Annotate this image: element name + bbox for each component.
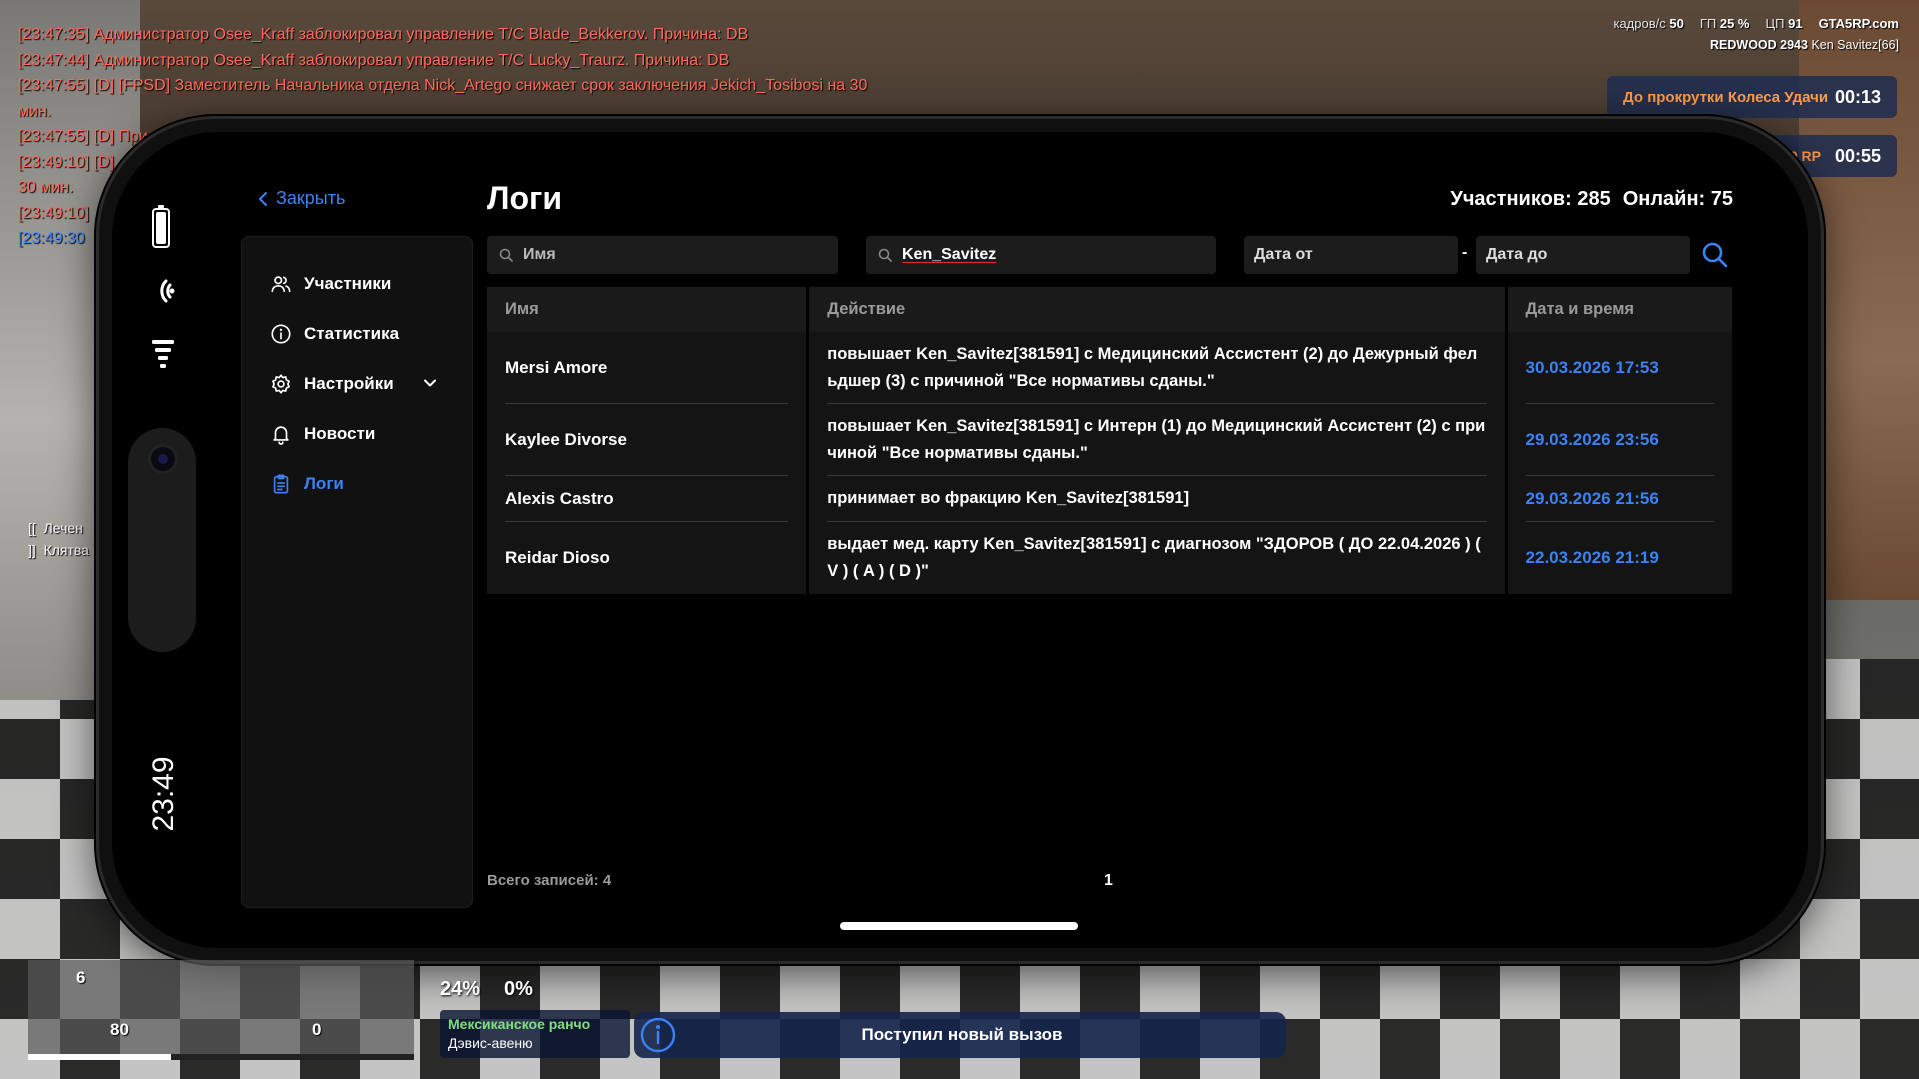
notification-text: Поступил новый вызов xyxy=(861,1025,1063,1044)
page-title: Логи xyxy=(487,180,562,216)
hunger-value: 24% xyxy=(440,978,481,1000)
table-row[interactable]: Kaylee Divorse повышает Ken_Savitez[3815… xyxy=(487,404,1732,476)
wheel-label: До прокрутки Колеса Удачи xyxy=(1623,88,1829,106)
camera-lens xyxy=(148,444,178,474)
wifi-icon xyxy=(160,279,175,303)
row-datetime: 29.03.2026 21:56 xyxy=(1525,488,1659,508)
performance-stats: кадров/с 50 ГП 25 % ЦП 91 GTA5RP.com xyxy=(1613,16,1899,31)
members-count: Участников: 285 xyxy=(1450,188,1611,210)
date-from-field[interactable]: Дата от xyxy=(1244,236,1458,274)
row-action: выдает мед. карту Ken_Savitez[381591] с … xyxy=(827,535,1481,580)
table-header: Имя Действие Дата и время xyxy=(487,287,1732,332)
minimap xyxy=(28,960,414,1060)
sidebar-item-settings[interactable]: Настройки xyxy=(242,359,472,409)
row-datetime: 22.03.2026 21:19 xyxy=(1525,548,1659,567)
table-row[interactable]: Alexis Castro принимает во фракцию Ken_S… xyxy=(487,476,1732,522)
sidebar-item-label: Логи xyxy=(304,474,344,493)
action-search-value: Ken_Savitez xyxy=(902,246,997,263)
search-icon xyxy=(878,248,892,262)
wheel-of-fortune-timer: До прокрутки Колеса Удачи 00:13 xyxy=(1607,76,1897,118)
health-bar xyxy=(28,1054,414,1060)
sidebar: Участники Статистика Настройки Новости Л… xyxy=(241,236,473,908)
close-label: Закрыть xyxy=(276,188,346,208)
bell-icon xyxy=(273,426,289,445)
column-header-name[interactable]: Имя xyxy=(487,287,807,332)
row-name: Reidar Dioso xyxy=(505,548,610,567)
sidebar-item-news[interactable]: Новости xyxy=(242,409,472,459)
table-row[interactable]: Mersi Amore повышает Ken_Savitez[381591]… xyxy=(487,332,1732,404)
search-icon xyxy=(499,248,513,262)
location-box: Мексиканское ранчо Дэвис-авеню xyxy=(440,1010,630,1058)
home-indicator[interactable] xyxy=(840,922,1078,930)
date-from-placeholder: Дата от xyxy=(1254,246,1313,263)
cpu-value: 91 xyxy=(1788,16,1803,31)
phone-clock: 23:49 xyxy=(147,756,180,832)
chat-line: [23:47:44] Администратор Osee_Kraff забл… xyxy=(18,51,730,69)
sidebar-item-label: Участники xyxy=(304,274,392,293)
brand-logo: GTA5RP.com xyxy=(1818,16,1899,31)
sidebar-item-label: Новости xyxy=(304,424,376,443)
server-info: REDWOOD 2943 Ken Savitez[66] xyxy=(1710,38,1899,52)
row-action: повышает Ken_Savitez[381591] с Интерн (1… xyxy=(827,416,1486,462)
cpu-label: ЦП xyxy=(1765,16,1785,31)
chevron-left-icon xyxy=(259,191,267,206)
gpu-value: 25 % xyxy=(1719,16,1750,31)
fps-label: кадров/с xyxy=(1613,16,1666,31)
row-action: повышает Ken_Savitez[381591] с Медицинск… xyxy=(827,344,1478,390)
date-to-field[interactable]: Дата до xyxy=(1476,236,1690,274)
action-search-input[interactable]: Ken_Savitez xyxy=(866,236,1216,274)
gpu-label: ГП xyxy=(1699,16,1717,31)
pagination-page-1[interactable]: 1 xyxy=(1104,872,1113,890)
gear-icon xyxy=(272,374,290,394)
wheel-timer: 00:13 xyxy=(1834,86,1881,107)
row-name: Alexis Castro xyxy=(505,488,614,508)
row-action: принимает во фракцию Ken_Savitez[381591] xyxy=(827,489,1190,507)
minimap-value-mid: 6 xyxy=(76,968,86,987)
sidebar-item-members[interactable]: Участники xyxy=(242,259,472,309)
logs-table: Имя Действие Дата и время Mersi Amore по… xyxy=(487,287,1732,594)
info-icon xyxy=(271,324,291,344)
sidebar-item-label: Настройки xyxy=(304,374,394,393)
users-icon xyxy=(271,276,291,293)
minimap-value-right: 0 xyxy=(312,1020,322,1039)
street-name: Дэвис-авеню xyxy=(448,1035,533,1051)
server-name: REDWOOD 2943 xyxy=(1710,38,1808,52)
left-hint: ]] Клятва xyxy=(28,542,89,558)
table-row[interactable]: Reidar Dioso выдает мед. карту Ken_Savit… xyxy=(487,522,1732,594)
chat-line: [23:47:35] Администратор Osee_Kraff забл… xyxy=(18,26,749,43)
total-records: Всего записей: 4 xyxy=(487,872,612,889)
chat-line: [23:47:55] [D] [FPSD] Заместитель Началь… xyxy=(18,77,868,94)
date-range-separator: - xyxy=(1462,244,1468,261)
zone-name: Мексиканское ранчо xyxy=(448,1016,591,1032)
sidebar-item-label: Статистика xyxy=(304,324,400,343)
name-search-input[interactable]: Имя xyxy=(487,236,838,274)
clipboard-icon xyxy=(273,474,289,494)
close-button[interactable]: Закрыть xyxy=(258,188,345,209)
fps-value: 50 xyxy=(1669,16,1684,31)
row-datetime: 30.03.2026 17:53 xyxy=(1525,357,1659,377)
battery-icon xyxy=(152,205,170,248)
name-search-placeholder: Имя xyxy=(523,246,556,263)
rp-timer: 00:55 xyxy=(1834,145,1881,166)
row-datetime: 29.03.2026 23:56 xyxy=(1525,429,1659,449)
column-header-action[interactable]: Действие xyxy=(809,287,1505,332)
player-name: Ken Savitez[66] xyxy=(1811,38,1899,52)
row-name: Kaylee Divorse xyxy=(505,429,627,449)
info-circle-icon xyxy=(640,1017,676,1053)
left-hint: [[ Лечен xyxy=(28,520,83,536)
sidebar-item-statistics[interactable]: Статистика xyxy=(242,309,472,359)
signal-icon xyxy=(152,340,174,368)
chevron-down-icon xyxy=(424,379,436,387)
column-header-datetime[interactable]: Дата и время xyxy=(1507,287,1732,332)
minimap-value-left: 80 xyxy=(110,1020,129,1039)
thirst-value: 0% xyxy=(504,978,533,1000)
member-counts: Участников: 285 Онлайн: 75 xyxy=(1450,188,1733,211)
date-to-placeholder: Дата до xyxy=(1486,246,1548,263)
row-name: Mersi Amore xyxy=(505,357,608,377)
online-count: Онлайн: 75 xyxy=(1622,188,1733,210)
search-submit-icon[interactable] xyxy=(1700,240,1730,270)
sidebar-item-logs[interactable]: Логи xyxy=(242,459,472,509)
notification-banner[interactable]: Поступил новый вызов xyxy=(634,1012,1286,1058)
